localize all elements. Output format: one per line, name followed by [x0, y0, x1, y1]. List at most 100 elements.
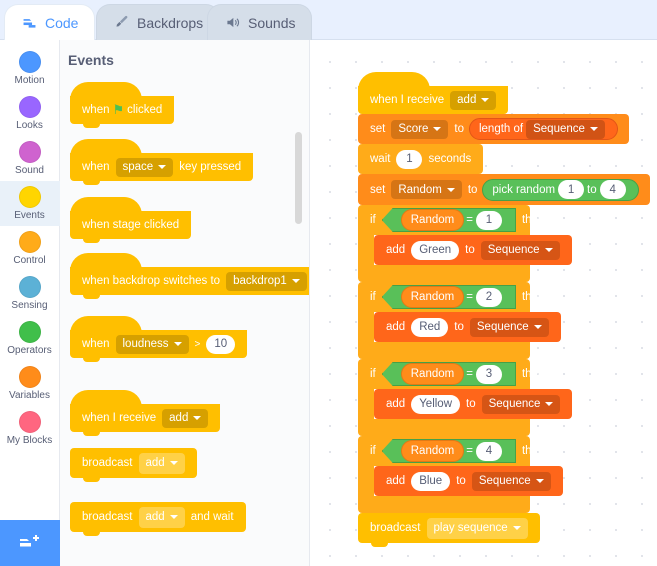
palette-block-when-flag-clicked[interactable]: when ⚑ clicked — [70, 82, 175, 128]
boolean-equals-4[interactable]: Random = 4 — [381, 439, 516, 463]
code-icon — [23, 19, 36, 28]
add-extension-button[interactable] — [0, 520, 60, 566]
script-block-set-score[interactable]: set Score to length of Sequence — [358, 114, 629, 144]
script-block-add-blue[interactable]: add Blue to Sequence — [374, 466, 563, 496]
random-variable-reporter[interactable]: Random — [400, 286, 465, 308]
broadcast-label: broadcast — [370, 522, 421, 534]
sidebar-item-motion[interactable]: Motion — [0, 46, 60, 91]
add-item-input[interactable]: Yellow — [411, 394, 461, 414]
script-block-wait[interactable]: wait 1 seconds — [358, 144, 484, 174]
loudness-dropdown[interactable]: loudness — [115, 334, 189, 354]
paintbrush-icon — [116, 15, 128, 27]
add-item-input[interactable]: Red — [411, 317, 449, 337]
if-label: if — [370, 214, 376, 226]
boolean-equals-2[interactable]: Random = 2 — [381, 285, 516, 309]
c-block-footer[interactable] — [358, 496, 530, 517]
scratch-editor: Code Backdrops Sounds Motion Looks Sound… — [0, 0, 657, 566]
boolean-equals-3[interactable]: Random = 3 — [381, 362, 516, 386]
equals-value-input[interactable]: 3 — [475, 364, 502, 384]
chevron-down-icon — [173, 342, 182, 346]
script-block-add-yellow[interactable]: add Yellow to Sequence — [374, 389, 573, 419]
if-label: if — [370, 445, 376, 457]
broadcast-wait-message-value: add — [145, 511, 165, 523]
sidebar-item-events[interactable]: Events — [0, 181, 60, 226]
script-block-broadcast-play-sequence[interactable]: broadcast play sequence — [358, 513, 540, 547]
sidebar-item-events-label: Events — [14, 210, 45, 221]
if-condition-header[interactable]: if Random = 2 then — [358, 282, 544, 312]
palette-block-when-key-pressed[interactable]: when space key pressed — [70, 139, 254, 185]
script-block-add-green[interactable]: add Green to Sequence — [374, 235, 572, 265]
target-list-dropdown[interactable]: Sequence — [480, 240, 560, 260]
c-block-footer[interactable] — [358, 419, 530, 440]
c-block-footer[interactable] — [358, 342, 530, 363]
palette-block-broadcast[interactable]: broadcast add — [70, 448, 197, 482]
sidebar-item-sensing[interactable]: Sensing — [0, 271, 60, 316]
sidebar-item-motion-label: Motion — [14, 75, 45, 86]
broadcast-wait-message-dropdown[interactable]: add — [138, 506, 185, 528]
when-label: when — [82, 161, 110, 173]
palette-block-when-loudness-greater[interactable]: when loudness > 10 — [70, 316, 248, 362]
if-condition-header[interactable]: if Random = 4 then — [358, 436, 544, 466]
receive-message-dropdown[interactable]: add — [162, 408, 209, 428]
backdrop-dropdown[interactable]: backdrop1 — [226, 271, 307, 291]
target-list-dropdown[interactable]: Sequence — [469, 317, 549, 337]
broadcast-message-dropdown[interactable]: add — [138, 452, 185, 474]
block-palette[interactable]: Events when ⚑ clicked when space key pre… — [60, 40, 310, 566]
c-block-footer[interactable] — [358, 265, 530, 286]
equals-value-input[interactable]: 2 — [475, 287, 502, 307]
key-dropdown[interactable]: space — [115, 157, 174, 177]
reporter-length-of-list[interactable]: length of Sequence — [468, 118, 618, 140]
palette-block-broadcast-and-wait[interactable]: broadcast add and wait — [70, 502, 246, 536]
sidebar-item-variables-label: Variables — [9, 390, 50, 401]
looks-dot-icon — [18, 96, 41, 118]
code-workspace[interactable]: when I receive add set Score to length o… — [310, 40, 657, 566]
events-dot-icon — [18, 186, 41, 208]
add-item-input[interactable]: Blue — [411, 471, 451, 491]
palette-block-when-i-receive[interactable]: when I receive add — [70, 390, 221, 436]
tab-code[interactable]: Code — [4, 4, 96, 40]
script-block-add-red[interactable]: add Red to Sequence — [374, 312, 561, 342]
random-variable-dropdown[interactable]: Random — [391, 180, 462, 199]
palette-block-when-backdrop-switches[interactable]: when backdrop switches to backdrop1 — [70, 253, 309, 299]
palette-block-when-stage-clicked[interactable]: when stage clicked — [70, 197, 192, 243]
sidebar-item-operators[interactable]: Operators — [0, 316, 60, 361]
equals-value-input[interactable]: 4 — [475, 441, 502, 461]
tab-backdrops[interactable]: Backdrops — [96, 4, 221, 40]
sidebar-item-variables[interactable]: Variables — [0, 361, 60, 406]
if-condition-header[interactable]: if Random = 1 then — [358, 205, 544, 235]
wait-seconds-input[interactable]: 1 — [396, 149, 423, 169]
length-list-dropdown[interactable]: Sequence — [526, 119, 605, 139]
tab-sounds[interactable]: Sounds — [207, 4, 313, 40]
sidebar-item-my-blocks[interactable]: My Blocks — [0, 406, 60, 451]
receive-message-dropdown[interactable]: add — [450, 90, 497, 110]
script-block-set-random[interactable]: set Random to pick random 1 to 4 — [358, 174, 650, 205]
random-variable-reporter[interactable]: Random — [400, 363, 465, 385]
random-variable-reporter[interactable]: Random — [400, 209, 465, 231]
if-condition-header[interactable]: if Random = 3 then — [358, 359, 544, 389]
then-label: then — [521, 368, 545, 380]
add-item-input[interactable]: Green — [411, 240, 460, 260]
add-label: add — [386, 475, 406, 487]
sidebar-item-looks[interactable]: Looks — [0, 91, 60, 136]
script-block-if-random-1: if Random = 1 then add Green to Sequence — [358, 205, 572, 286]
target-list-dropdown[interactable]: Sequence — [481, 394, 561, 414]
and-wait-label: and wait — [190, 511, 234, 523]
pick-random-from-input[interactable]: 1 — [558, 180, 585, 199]
palette-scrollbar[interactable] — [295, 132, 302, 224]
random-variable-reporter[interactable]: Random — [400, 440, 465, 462]
boolean-equals-1[interactable]: Random = 1 — [381, 208, 516, 232]
when-label: when — [82, 338, 110, 350]
reporter-pick-random[interactable]: pick random 1 to 4 — [482, 178, 639, 201]
to-label: to — [587, 183, 597, 196]
loudness-threshold-input[interactable]: 10 — [206, 334, 236, 354]
script-block-when-i-receive[interactable]: when I receive add — [358, 72, 509, 114]
sidebar-item-sound[interactable]: Sound — [0, 136, 60, 181]
score-variable-value: Score — [398, 123, 429, 135]
target-list-dropdown[interactable]: Sequence — [471, 471, 551, 491]
score-variable-dropdown[interactable]: Score — [391, 119, 449, 139]
pick-random-to-input[interactable]: 4 — [599, 180, 626, 199]
sidebar-item-control[interactable]: Control — [0, 226, 60, 271]
equals-value-input[interactable]: 1 — [475, 210, 502, 230]
broadcast-message-dropdown[interactable]: play sequence — [426, 517, 528, 539]
chevron-down-icon — [544, 248, 553, 252]
